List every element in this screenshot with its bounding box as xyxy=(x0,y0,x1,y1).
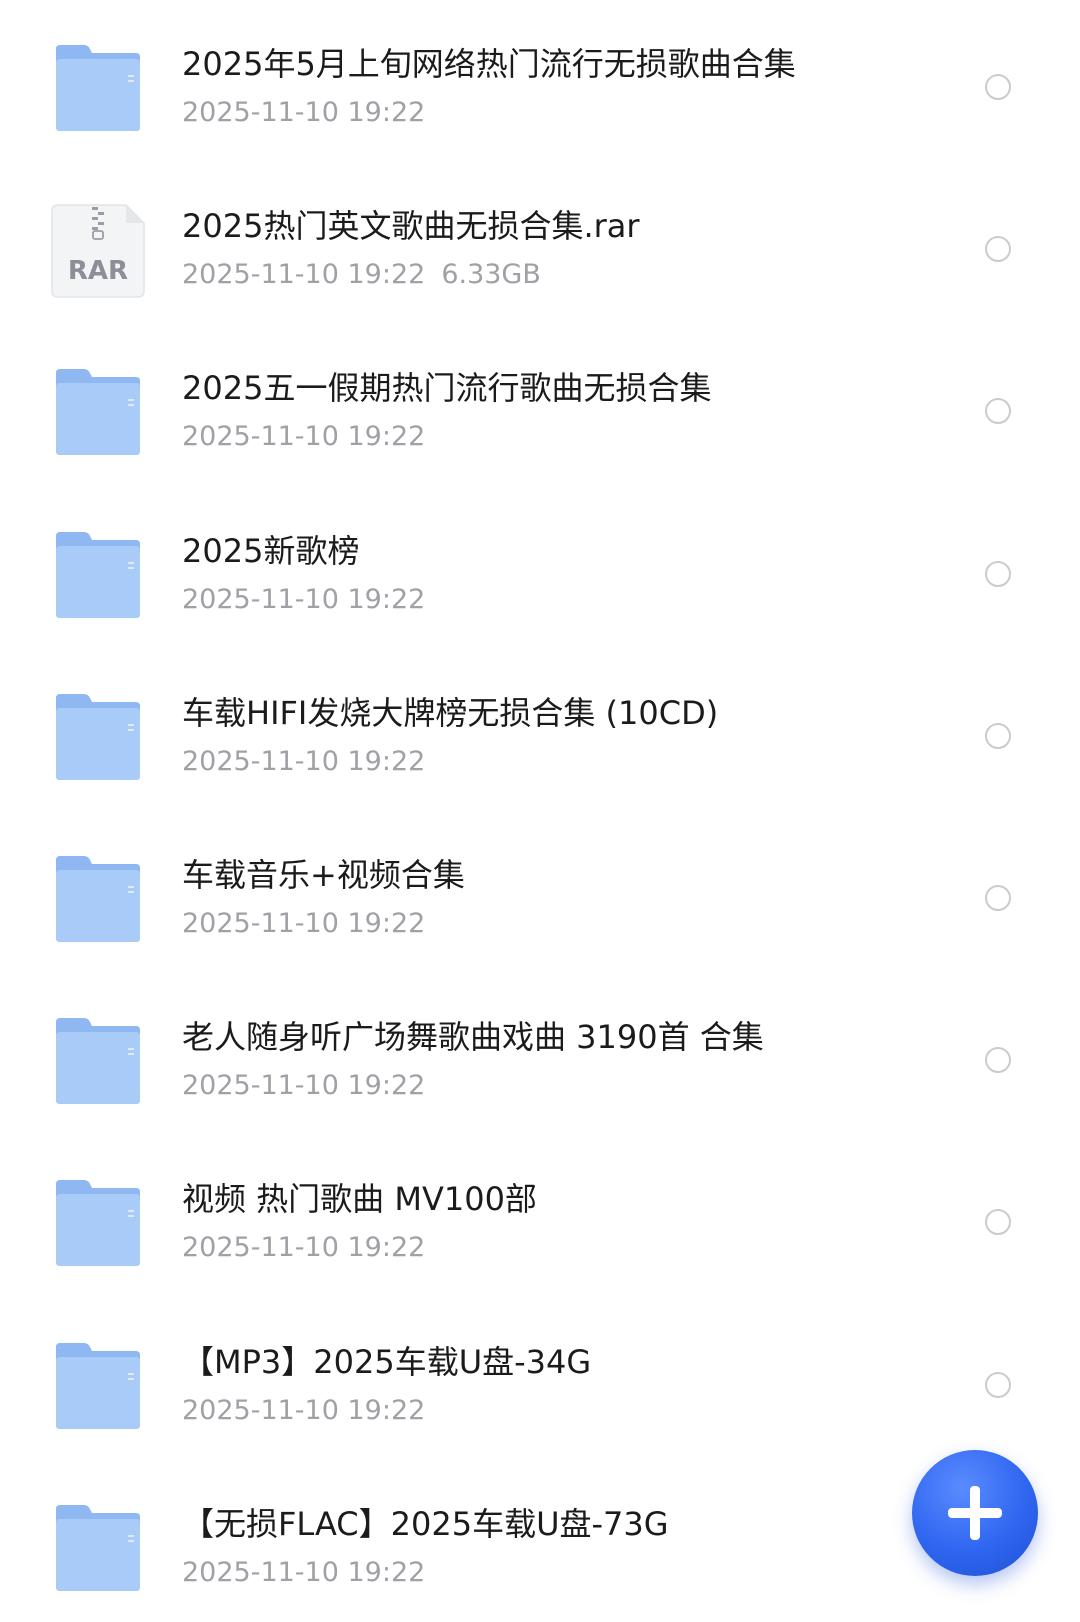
file-name: 2025年5月上旬网络热门流行无损歌曲合集 xyxy=(182,45,796,83)
select-radio[interactable] xyxy=(985,398,1011,425)
select-radio[interactable] xyxy=(985,1209,1011,1236)
file-name: 车载音乐+视频合集 xyxy=(182,856,465,894)
select-radio[interactable] xyxy=(985,1371,1011,1398)
file-meta: 2025-11-10 19:22 xyxy=(182,1231,902,1265)
file-row[interactable]: 老人随身听广场舞歌曲戏曲 3190首 合集 2025-11-10 19:22 xyxy=(0,973,1080,1135)
file-row[interactable]: 车载HIFI发烧大牌榜无损合集 (10CD) 2025-11-10 19:22 xyxy=(0,649,1080,811)
file-date: 2025-11-10 19:22 xyxy=(182,908,426,939)
folder-icon xyxy=(52,856,144,942)
file-meta: 2025-11-10 19:22 xyxy=(182,96,902,130)
file-row[interactable]: 【MP3】2025车载U盘-34G 2025-11-10 19:22 xyxy=(0,1298,1080,1460)
file-name: 【无损FLAC】2025车载U盘-73G xyxy=(182,1504,669,1543)
add-button[interactable] xyxy=(912,1450,1038,1576)
rar-badge: RAR xyxy=(68,256,128,286)
file-meta: 2025-11-10 19:22 xyxy=(182,420,902,454)
file-name: 2025五一假期热门流行歌曲无损合集 xyxy=(182,369,712,408)
file-row[interactable]: RAR 2025热门英文歌曲无损合集.rar 2025-11-10 19:22 6.3… xyxy=(0,162,1080,324)
folder-icon xyxy=(52,531,144,618)
file-name: 老人随身听广场舞歌曲戏曲 3190首 合集 xyxy=(182,1018,764,1057)
folder-icon xyxy=(52,1504,144,1591)
file-date: 2025-11-10 19:22 xyxy=(182,421,426,453)
file-date: 2025-11-10 19:22 xyxy=(182,745,426,777)
file-date: 2025-11-10 19:22 xyxy=(182,259,426,291)
file-date: 2025-11-10 19:22 xyxy=(182,583,426,615)
select-radio[interactable] xyxy=(985,885,1011,911)
file-row[interactable]: 视频 热门歌曲 MV100部 2025-11-10 19:22 xyxy=(0,1135,1080,1297)
file-name: 车载HIFI发烧大牌榜无损合集 (10CD) xyxy=(182,693,719,732)
file-row[interactable]: 2025新歌榜 2025-11-10 19:22 xyxy=(0,487,1080,649)
file-meta: 2025-11-10 19:22 xyxy=(182,745,902,779)
folder-icon xyxy=(52,693,144,780)
file-name: 视频 热门歌曲 MV100部 xyxy=(182,1180,537,1219)
select-radio[interactable] xyxy=(985,722,1011,749)
file-meta: 2025-11-10 19:22 xyxy=(182,583,902,617)
file-list: 2025年5月上旬网络热门流行无损歌曲合集 2025-11-10 19:22 RAR… xyxy=(0,0,1080,1618)
file-meta: 2025-11-10 19:22 xyxy=(182,1069,902,1103)
select-radio[interactable] xyxy=(985,236,1011,263)
file-date: 2025-11-10 19:22 xyxy=(182,1394,426,1426)
folder-icon xyxy=(52,1180,144,1267)
rar-archive-icon: RAR xyxy=(51,204,145,298)
file-size: 6.33GB xyxy=(441,259,541,291)
file-row[interactable]: 2025年5月上旬网络热门流行无损歌曲合集 2025-11-10 19:22 xyxy=(0,0,1080,162)
select-radio[interactable] xyxy=(985,74,1011,100)
folder-icon xyxy=(52,1018,144,1105)
folder-icon xyxy=(52,45,144,131)
select-radio[interactable] xyxy=(985,560,1011,587)
file-meta: 2025-11-10 19:22 xyxy=(182,907,902,941)
file-name: 2025新歌榜 xyxy=(182,531,360,570)
file-meta: 2025-11-10 19:22 6.33GB xyxy=(182,258,902,292)
file-date: 2025-11-10 19:22 xyxy=(182,1070,426,1102)
folder-icon xyxy=(52,369,144,456)
file-meta: 2025-11-10 19:22 xyxy=(182,1556,902,1590)
file-date: 2025-11-10 19:22 xyxy=(182,1556,426,1588)
file-meta: 2025-11-10 19:22 xyxy=(182,1394,902,1428)
folder-icon xyxy=(52,1342,144,1429)
file-date: 2025-11-10 19:22 xyxy=(182,97,426,128)
file-row[interactable]: 2025五一假期热门流行歌曲无损合集 2025-11-10 19:22 xyxy=(0,324,1080,486)
file-row[interactable]: 车载音乐+视频合集 2025-11-10 19:22 xyxy=(0,811,1080,973)
file-name: 【MP3】2025车载U盘-34G xyxy=(182,1342,592,1381)
select-radio[interactable] xyxy=(985,1047,1011,1074)
file-date: 2025-11-10 19:22 xyxy=(182,1232,426,1264)
file-name: 2025热门英文歌曲无损合集.rar xyxy=(182,207,640,246)
